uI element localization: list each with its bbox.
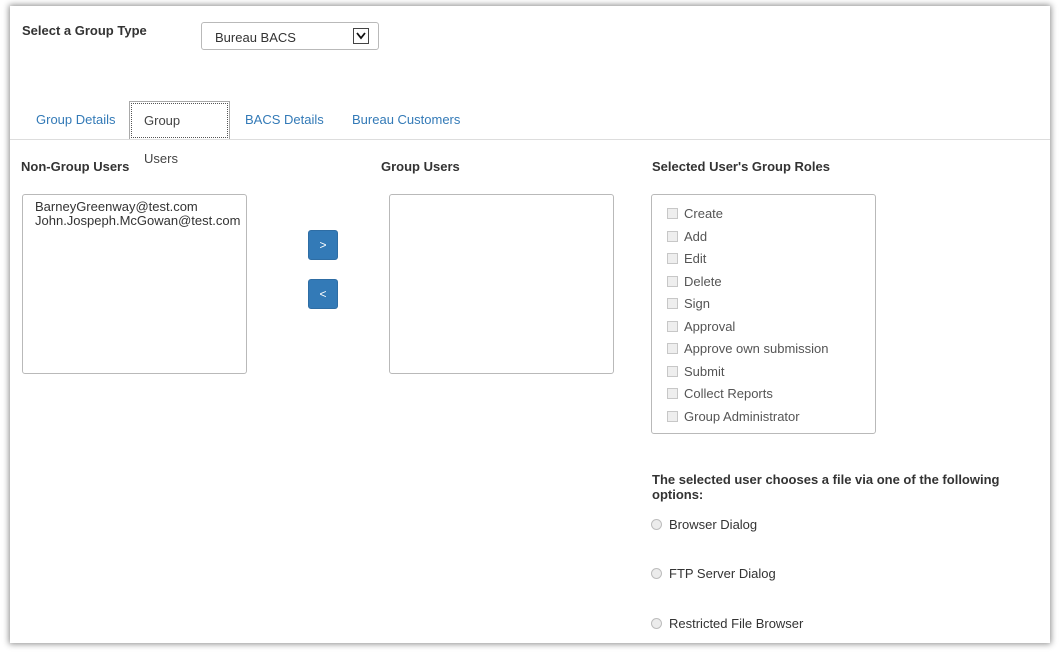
file-option-heading: The selected user chooses a file via one… [652, 472, 1000, 502]
radio-button[interactable] [651, 618, 662, 629]
non-group-users-list[interactable]: BarneyGreenway@test.com John.Jospeph.McG… [22, 194, 247, 374]
chevron-down-icon[interactable] [353, 28, 369, 44]
role-checkbox[interactable] [667, 410, 678, 422]
role-group-administrator: Group Administrator [652, 406, 875, 429]
role-label: Delete [684, 273, 722, 289]
tab-bacs-details[interactable]: BACS Details [245, 101, 324, 140]
role-label: Approval [684, 318, 736, 334]
group-type-label: Select a Group Type [22, 23, 147, 38]
role-label: Group Administrator [684, 408, 800, 424]
non-group-users-heading: Non-Group Users [21, 159, 130, 174]
group-type-select[interactable]: Bureau BACS [201, 22, 379, 50]
role-label: Sign [684, 296, 711, 311]
radio-label: Browser Dialog [669, 517, 758, 532]
role-collect-reports: Collect Reports [652, 383, 875, 406]
role-checkbox[interactable] [667, 208, 678, 219]
list-item[interactable]: John.Jospeph.McGowan@test.com [35, 214, 240, 228]
role-checkbox[interactable] [667, 298, 678, 309]
radio-button[interactable] [651, 519, 662, 530]
role-checkbox[interactable] [667, 343, 678, 354]
role-sign: Sign [652, 293, 875, 316]
radio-label: FTP Server Dialog [669, 566, 776, 581]
role-edit: Edit [652, 248, 875, 271]
role-label: Add [684, 228, 708, 244]
group-roles-heading: Selected User's Group Roles [652, 159, 830, 174]
tab-group-details[interactable]: Group Details [36, 101, 115, 140]
role-create: Create [652, 203, 875, 226]
list-item[interactable]: BarneyGreenway@test.com [35, 200, 234, 214]
role-label: Create [684, 206, 724, 221]
role-checkbox[interactable] [667, 388, 678, 399]
app-window: Select a Group Type Bureau BACS Group De… [10, 6, 1050, 643]
remove-from-group-button[interactable]: < [308, 279, 338, 309]
tab-group-users[interactable]: Group Users [129, 101, 230, 166]
role-label: Approve own submission [684, 341, 829, 356]
role-add: Add [652, 226, 875, 249]
role-label: Collect Reports [684, 386, 773, 401]
role-checkbox[interactable] [667, 320, 678, 332]
role-checkbox[interactable] [667, 253, 678, 264]
tabs-divider [10, 139, 1050, 140]
group-users-heading: Group Users [381, 159, 460, 174]
radio-label: Restricted File Browser [669, 616, 804, 631]
role-label: Edit [684, 251, 707, 266]
role-submit: Submit [652, 361, 875, 384]
tab-bureau-customers[interactable]: Bureau Customers [352, 101, 460, 140]
role-checkbox[interactable] [667, 275, 678, 287]
role-delete: Delete [652, 271, 875, 294]
role-checkbox[interactable] [667, 365, 678, 377]
radio-button[interactable] [651, 568, 662, 579]
add-to-group-button[interactable]: > [308, 230, 338, 260]
group-roles-box: Create Add Edit Delete Sign Approval App… [651, 194, 876, 434]
role-label: Submit [684, 363, 725, 379]
role-approve-own-submission: Approve own submission [652, 338, 875, 361]
role-checkbox[interactable] [667, 230, 678, 242]
role-approval: Approval [652, 316, 875, 339]
group-users-list[interactable] [389, 194, 614, 374]
group-type-selected-value: Bureau BACS [215, 30, 296, 45]
